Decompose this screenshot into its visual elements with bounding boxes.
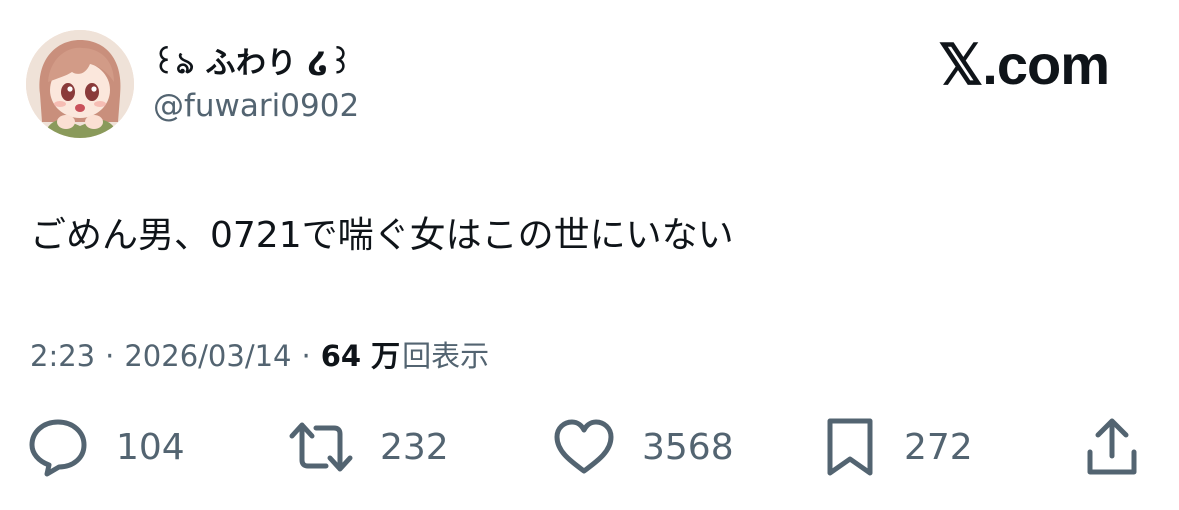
- views-label: 回表示: [402, 339, 490, 373]
- author-name-row[interactable]: ꒰ঌ ふわり ໒꒱: [152, 42, 353, 86]
- views-count: 64 万: [320, 339, 401, 373]
- tweet-meta: 2:23 · 2026/03/14 · 64 万 回表示: [30, 333, 489, 375]
- author-display-name[interactable]: ꒰ঌ ふわり ໒꒱: [152, 38, 353, 90]
- anime-girl-avatar-image: [26, 30, 134, 138]
- share-button[interactable]: [1084, 414, 1140, 480]
- meta-separator: ·: [301, 339, 311, 373]
- tweet-time[interactable]: 2:23: [30, 339, 95, 373]
- x-com-logo: 𝕏.com: [938, 33, 1110, 96]
- tweet-actions-bar: 104 232 3568 272: [0, 414, 1179, 484]
- like-button[interactable]: 3568: [552, 414, 734, 480]
- meta-separator: ·: [105, 339, 115, 373]
- bookmark-button[interactable]: 272: [822, 414, 973, 480]
- retweet-count: 232: [380, 426, 449, 468]
- share-icon: [1087, 418, 1137, 475]
- bookmark-icon: [827, 418, 873, 476]
- retweet-button[interactable]: 232: [288, 414, 449, 480]
- reply-count: 104: [116, 426, 185, 468]
- like-count: 3568: [642, 426, 734, 468]
- retweet-icon: [289, 422, 353, 472]
- author-handle[interactable]: @fuwari0902: [153, 88, 359, 124]
- reply-button[interactable]: 104: [26, 414, 185, 480]
- tweet-date[interactable]: 2026/03/14: [124, 339, 291, 373]
- bookmark-count: 272: [904, 426, 973, 468]
- heart-icon: [554, 419, 614, 474]
- reply-icon: [29, 419, 87, 477]
- avatar[interactable]: [26, 30, 134, 138]
- tweet-text: ごめん男、0721で喘ぐ女はこの世にいない: [30, 215, 734, 256]
